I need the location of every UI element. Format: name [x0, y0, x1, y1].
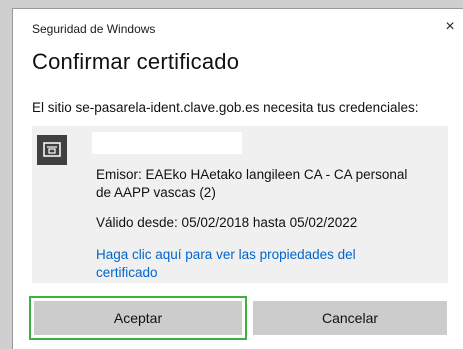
- window-title: Seguridad de Windows: [32, 22, 156, 36]
- close-button[interactable]: ×: [441, 18, 459, 36]
- certificate-properties-link[interactable]: Haga clic aquí para ver las propiedades …: [96, 246, 396, 282]
- certificate-issuer: Emisor: EAEko HAetako langileen CA - CA …: [96, 167, 408, 200]
- certificate-item[interactable]: Emisor: EAEko HAetako langileen CA - CA …: [32, 126, 448, 283]
- certificate-validity: Válido desde: 05/02/2018 hasta 05/02/202…: [96, 215, 358, 230]
- accept-button[interactable]: Aceptar: [29, 296, 247, 340]
- credentials-message: El sitio se-pasarela-ident.clave.gob.es …: [32, 100, 419, 115]
- certificate-icon: [37, 135, 67, 165]
- cancel-button[interactable]: Cancelar: [253, 301, 447, 335]
- certificate-name-redacted: [92, 132, 242, 154]
- security-dialog: Seguridad de Windows × Confirmar certifi…: [12, 8, 463, 349]
- dialog-heading: Confirmar certificado: [32, 49, 240, 74]
